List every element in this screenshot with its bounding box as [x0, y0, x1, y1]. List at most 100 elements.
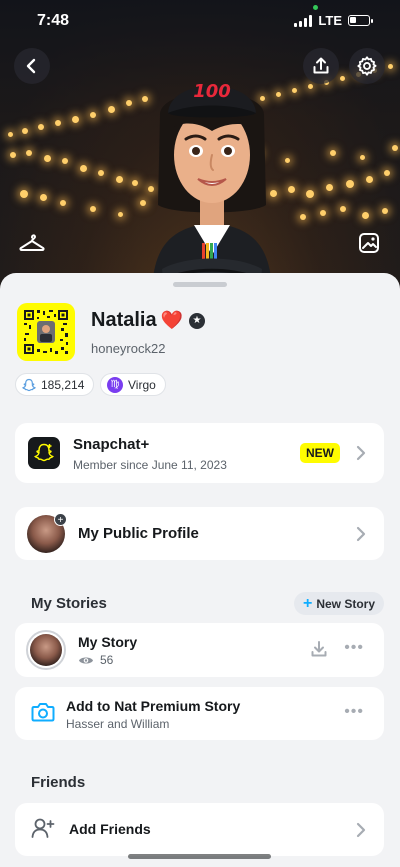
back-button[interactable] — [14, 48, 50, 84]
premium-story-row[interactable]: Add to Nat Premium Story Hasser and Will… — [15, 687, 384, 740]
my-story-thumbnail — [30, 634, 62, 666]
premium-story-subtitle: Hasser and William — [66, 717, 170, 731]
signal-icon — [294, 14, 313, 27]
bokeh-light — [384, 170, 390, 176]
chevron-right-icon — [356, 526, 366, 541]
privacy-indicator — [313, 5, 318, 10]
settings-button[interactable] — [349, 48, 385, 84]
heart-emoji: ❤️ — [160, 310, 184, 330]
bokeh-light — [320, 210, 326, 216]
bokeh-light — [340, 206, 346, 212]
bokeh-light — [330, 150, 336, 156]
download-icon[interactable] — [310, 640, 328, 658]
my-story-title: My Story — [78, 634, 138, 650]
bokeh-light — [346, 180, 354, 188]
bokeh-light — [98, 170, 104, 176]
cap-100-text: 100 — [193, 81, 231, 102]
public-profile-label: My Public Profile — [78, 525, 199, 542]
bokeh-light — [306, 190, 314, 198]
bokeh-light — [392, 145, 398, 151]
bokeh-light — [292, 88, 297, 93]
chevron-right-icon — [356, 445, 366, 461]
bokeh-light — [360, 155, 365, 160]
bokeh-light — [90, 112, 96, 118]
more-options-icon[interactable]: ••• — [344, 703, 364, 721]
home-indicator — [128, 854, 271, 859]
profile-hero-banner: 7:48 LTE 100 — [0, 0, 400, 290]
gear-icon — [357, 56, 377, 76]
add-friends-row[interactable]: Add Friends — [15, 803, 384, 856]
bokeh-light — [388, 64, 393, 69]
network-label: LTE — [318, 13, 342, 28]
plus-icon: + — [302, 594, 313, 612]
bokeh-light — [72, 116, 79, 123]
bitmoji-avatar[interactable]: 100 — [132, 55, 292, 290]
snapchat-plus-member-since: Member since June 11, 2023 — [73, 458, 227, 472]
bokeh-light — [308, 84, 313, 89]
bokeh-light — [20, 190, 28, 198]
my-story-row[interactable]: My Story 56 ••• — [15, 623, 384, 677]
friends-heading: Friends — [31, 774, 86, 791]
chevron-left-icon — [26, 58, 36, 74]
bokeh-light — [116, 176, 123, 183]
story-ring — [26, 630, 66, 670]
new-story-label: New Story — [316, 596, 375, 611]
my-story-views: 56 — [78, 653, 113, 667]
bokeh-light — [8, 132, 13, 137]
new-badge: NEW — [300, 443, 340, 463]
bokeh-light — [366, 176, 373, 183]
snap-score-icon — [22, 378, 36, 391]
chevron-right-icon — [356, 822, 366, 837]
change-background-button[interactable] — [354, 228, 384, 258]
bokeh-light — [22, 128, 28, 134]
bokeh-light — [326, 184, 333, 191]
zodiac-pill[interactable]: ♍ Virgo — [100, 373, 166, 396]
sheet-grabber[interactable] — [173, 282, 227, 287]
bokeh-light — [340, 76, 345, 81]
bokeh-light — [362, 212, 369, 219]
bokeh-light — [40, 194, 47, 201]
camera-icon — [31, 703, 55, 722]
bokeh-light — [26, 150, 32, 156]
new-story-button[interactable]: + New Story — [293, 592, 384, 615]
bokeh-light — [300, 214, 306, 220]
premium-story-title: Add to Nat Premium Story — [66, 698, 241, 714]
snap-score-value: 185,214 — [41, 377, 85, 392]
snapchat-plus-card[interactable]: Snapchat+ Member since June 11, 2023 NEW — [15, 423, 384, 483]
status-indicators: LTE — [294, 13, 373, 28]
snapchat-plus-title: Snapchat+ — [73, 436, 150, 453]
add-plus-icon: + — [54, 513, 67, 526]
bokeh-light — [60, 200, 66, 206]
add-friends-label: Add Friends — [69, 821, 151, 837]
image-icon — [359, 233, 379, 253]
public-profile-card[interactable]: + My Public Profile — [15, 507, 384, 560]
hanger-icon — [19, 234, 45, 251]
bokeh-light — [62, 158, 68, 164]
display-name-text: Natalia — [91, 309, 157, 331]
outfit-button[interactable] — [17, 227, 47, 257]
bokeh-light — [80, 165, 87, 172]
bokeh-light — [108, 106, 115, 113]
add-friend-icon — [31, 818, 55, 838]
bokeh-light — [10, 152, 16, 158]
my-story-view-count: 56 — [100, 653, 114, 667]
bokeh-light — [38, 124, 44, 130]
battery-icon — [348, 15, 373, 26]
status-time: 7:48 — [37, 12, 70, 29]
bokeh-light — [55, 120, 61, 126]
snapchat-plus-icon — [28, 437, 60, 469]
snapcode-qr-icon — [23, 309, 69, 355]
bokeh-light — [382, 208, 388, 214]
virgo-icon: ♍ — [107, 376, 123, 393]
share-button[interactable] — [303, 48, 339, 84]
star-badge-icon: ★ — [189, 312, 206, 329]
snapcode[interactable] — [17, 303, 75, 361]
snap-score-pill[interactable]: 185,214 — [15, 373, 95, 396]
more-options-icon[interactable]: ••• — [344, 639, 364, 657]
display-name[interactable]: Natalia ❤️ ★ — [91, 309, 206, 332]
status-bar: 7:48 LTE — [0, 0, 400, 44]
eye-icon — [79, 657, 93, 663]
bokeh-light — [118, 212, 123, 217]
zodiac-label: Virgo — [128, 377, 156, 392]
my-stories-heading: My Stories — [31, 595, 107, 612]
